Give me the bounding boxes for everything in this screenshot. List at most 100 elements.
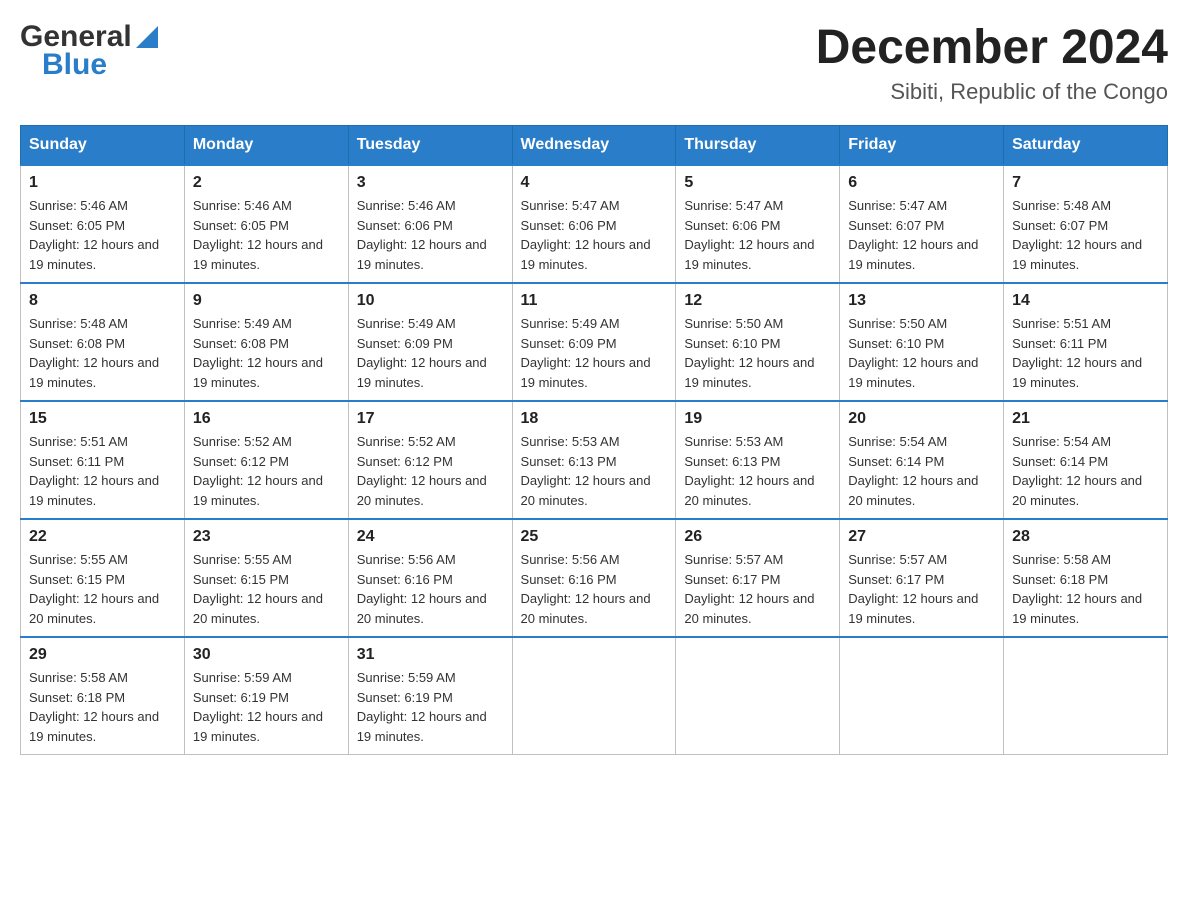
sunrise-label: Sunrise: 5:47 AM: [848, 198, 947, 213]
sunset-label: Sunset: 6:16 PM: [357, 572, 453, 587]
daylight-label: Daylight: 12 hours and 19 minutes.: [29, 473, 159, 508]
calendar-cell: 2 Sunrise: 5:46 AM Sunset: 6:05 PM Dayli…: [184, 165, 348, 283]
sunset-label: Sunset: 6:05 PM: [29, 218, 125, 233]
sunrise-label: Sunrise: 5:56 AM: [357, 552, 456, 567]
sunrise-label: Sunrise: 5:51 AM: [1012, 316, 1111, 331]
day-info: Sunrise: 5:48 AM Sunset: 6:08 PM Dayligh…: [29, 314, 176, 392]
day-info: Sunrise: 5:46 AM Sunset: 6:06 PM Dayligh…: [357, 196, 504, 274]
sunset-label: Sunset: 6:06 PM: [357, 218, 453, 233]
sunset-label: Sunset: 6:17 PM: [848, 572, 944, 587]
sunset-label: Sunset: 6:13 PM: [684, 454, 780, 469]
day-info: Sunrise: 5:56 AM Sunset: 6:16 PM Dayligh…: [357, 550, 504, 628]
day-info: Sunrise: 5:48 AM Sunset: 6:07 PM Dayligh…: [1012, 196, 1159, 274]
sunset-label: Sunset: 6:07 PM: [848, 218, 944, 233]
calendar-cell: 27 Sunrise: 5:57 AM Sunset: 6:17 PM Dayl…: [840, 519, 1004, 637]
day-number: 29: [29, 646, 176, 664]
calendar-cell: [840, 637, 1004, 755]
daylight-label: Daylight: 12 hours and 20 minutes.: [521, 473, 651, 508]
sunset-label: Sunset: 6:12 PM: [193, 454, 289, 469]
calendar-cell: 3 Sunrise: 5:46 AM Sunset: 6:06 PM Dayli…: [348, 165, 512, 283]
sunset-label: Sunset: 6:08 PM: [29, 336, 125, 351]
day-info: Sunrise: 5:55 AM Sunset: 6:15 PM Dayligh…: [29, 550, 176, 628]
calendar-cell: 6 Sunrise: 5:47 AM Sunset: 6:07 PM Dayli…: [840, 165, 1004, 283]
daylight-label: Daylight: 12 hours and 19 minutes.: [193, 709, 323, 744]
sunset-label: Sunset: 6:16 PM: [521, 572, 617, 587]
daylight-label: Daylight: 12 hours and 19 minutes.: [521, 237, 651, 272]
sunset-label: Sunset: 6:14 PM: [848, 454, 944, 469]
sunrise-label: Sunrise: 5:52 AM: [193, 434, 292, 449]
calendar-cell: 20 Sunrise: 5:54 AM Sunset: 6:14 PM Dayl…: [840, 401, 1004, 519]
day-number: 19: [684, 410, 831, 428]
calendar-cell: 24 Sunrise: 5:56 AM Sunset: 6:16 PM Dayl…: [348, 519, 512, 637]
day-info: Sunrise: 5:47 AM Sunset: 6:06 PM Dayligh…: [521, 196, 668, 274]
day-info: Sunrise: 5:49 AM Sunset: 6:09 PM Dayligh…: [357, 314, 504, 392]
daylight-label: Daylight: 12 hours and 20 minutes.: [1012, 473, 1142, 508]
daylight-label: Daylight: 12 hours and 19 minutes.: [684, 355, 814, 390]
calendar-cell: 11 Sunrise: 5:49 AM Sunset: 6:09 PM Dayl…: [512, 283, 676, 401]
day-header-thursday: Thursday: [676, 126, 840, 166]
calendar-cell: [676, 637, 840, 755]
calendar-cell: 31 Sunrise: 5:59 AM Sunset: 6:19 PM Dayl…: [348, 637, 512, 755]
sunset-label: Sunset: 6:07 PM: [1012, 218, 1108, 233]
daylight-label: Daylight: 12 hours and 19 minutes.: [29, 709, 159, 744]
day-number: 14: [1012, 292, 1159, 310]
daylight-label: Daylight: 12 hours and 20 minutes.: [684, 473, 814, 508]
daylight-label: Daylight: 12 hours and 20 minutes.: [193, 591, 323, 626]
calendar-table: SundayMondayTuesdayWednesdayThursdayFrid…: [20, 125, 1168, 755]
sunset-label: Sunset: 6:14 PM: [1012, 454, 1108, 469]
sunset-label: Sunset: 6:05 PM: [193, 218, 289, 233]
sunrise-label: Sunrise: 5:55 AM: [193, 552, 292, 567]
sunrise-label: Sunrise: 5:53 AM: [684, 434, 783, 449]
sunrise-label: Sunrise: 5:48 AM: [29, 316, 128, 331]
sunset-label: Sunset: 6:15 PM: [29, 572, 125, 587]
daylight-label: Daylight: 12 hours and 20 minutes.: [29, 591, 159, 626]
day-number: 7: [1012, 174, 1159, 192]
calendar-cell: 30 Sunrise: 5:59 AM Sunset: 6:19 PM Dayl…: [184, 637, 348, 755]
day-header-sunday: Sunday: [21, 126, 185, 166]
sunset-label: Sunset: 6:09 PM: [357, 336, 453, 351]
sunrise-label: Sunrise: 5:57 AM: [684, 552, 783, 567]
sunrise-label: Sunrise: 5:57 AM: [848, 552, 947, 567]
calendar-cell: 19 Sunrise: 5:53 AM Sunset: 6:13 PM Dayl…: [676, 401, 840, 519]
sunrise-label: Sunrise: 5:46 AM: [357, 198, 456, 213]
day-number: 6: [848, 174, 995, 192]
calendar-week-row: 8 Sunrise: 5:48 AM Sunset: 6:08 PM Dayli…: [21, 283, 1168, 401]
day-info: Sunrise: 5:51 AM Sunset: 6:11 PM Dayligh…: [29, 432, 176, 510]
day-info: Sunrise: 5:46 AM Sunset: 6:05 PM Dayligh…: [29, 196, 176, 274]
day-number: 17: [357, 410, 504, 428]
sunset-label: Sunset: 6:09 PM: [521, 336, 617, 351]
daylight-label: Daylight: 12 hours and 19 minutes.: [848, 355, 978, 390]
daylight-label: Daylight: 12 hours and 20 minutes.: [521, 591, 651, 626]
logo-triangle-icon: [136, 26, 158, 53]
sunrise-label: Sunrise: 5:49 AM: [357, 316, 456, 331]
day-info: Sunrise: 5:46 AM Sunset: 6:05 PM Dayligh…: [193, 196, 340, 274]
sunrise-label: Sunrise: 5:50 AM: [848, 316, 947, 331]
day-number: 12: [684, 292, 831, 310]
sunrise-label: Sunrise: 5:56 AM: [521, 552, 620, 567]
sunrise-label: Sunrise: 5:49 AM: [193, 316, 292, 331]
daylight-label: Daylight: 12 hours and 20 minutes.: [357, 473, 487, 508]
day-info: Sunrise: 5:55 AM Sunset: 6:15 PM Dayligh…: [193, 550, 340, 628]
day-info: Sunrise: 5:50 AM Sunset: 6:10 PM Dayligh…: [684, 314, 831, 392]
day-number: 5: [684, 174, 831, 192]
day-number: 10: [357, 292, 504, 310]
day-number: 13: [848, 292, 995, 310]
sunset-label: Sunset: 6:19 PM: [193, 690, 289, 705]
calendar-cell: 25 Sunrise: 5:56 AM Sunset: 6:16 PM Dayl…: [512, 519, 676, 637]
calendar-week-row: 1 Sunrise: 5:46 AM Sunset: 6:05 PM Dayli…: [21, 165, 1168, 283]
sunrise-label: Sunrise: 5:59 AM: [193, 670, 292, 685]
daylight-label: Daylight: 12 hours and 19 minutes.: [193, 473, 323, 508]
daylight-label: Daylight: 12 hours and 19 minutes.: [684, 237, 814, 272]
sunrise-label: Sunrise: 5:58 AM: [1012, 552, 1111, 567]
sunset-label: Sunset: 6:18 PM: [29, 690, 125, 705]
daylight-label: Daylight: 12 hours and 20 minutes.: [848, 473, 978, 508]
daylight-label: Daylight: 12 hours and 19 minutes.: [357, 237, 487, 272]
sunset-label: Sunset: 6:15 PM: [193, 572, 289, 587]
sunset-label: Sunset: 6:06 PM: [684, 218, 780, 233]
day-number: 18: [521, 410, 668, 428]
sunset-label: Sunset: 6:08 PM: [193, 336, 289, 351]
calendar-cell: [1004, 637, 1168, 755]
day-number: 30: [193, 646, 340, 664]
day-number: 25: [521, 528, 668, 546]
sunset-label: Sunset: 6:06 PM: [521, 218, 617, 233]
